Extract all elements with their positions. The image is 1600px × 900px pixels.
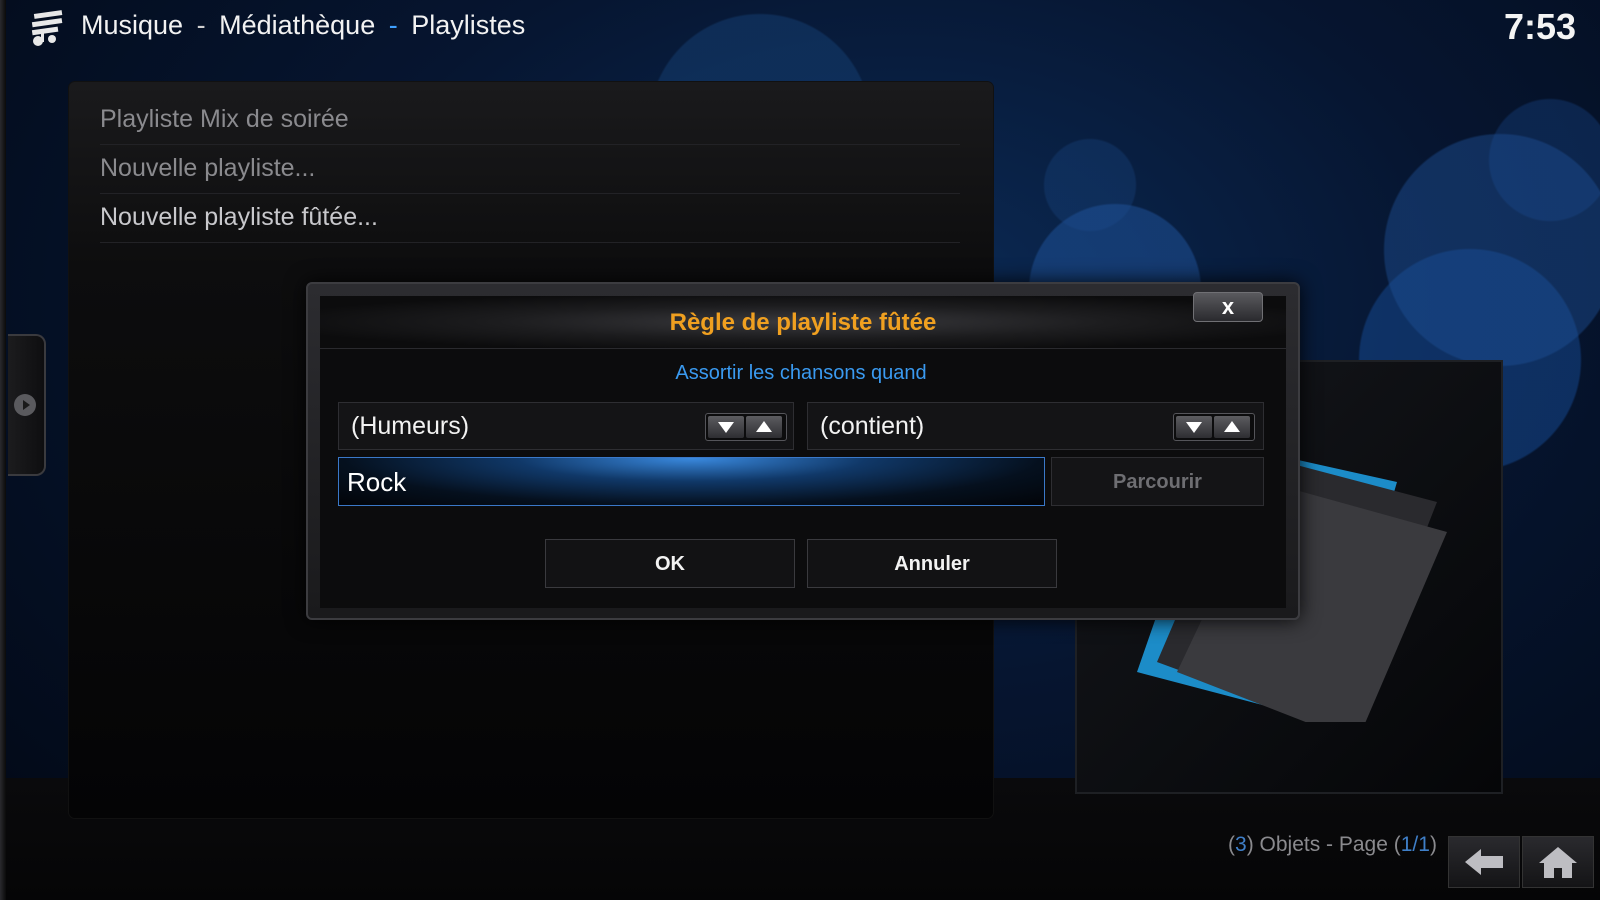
item-count: 3: [1235, 833, 1247, 856]
rule-value-input[interactable]: Rock: [338, 457, 1045, 506]
play-circle-icon: [14, 394, 36, 416]
breadcrumb: Musique - Médiathèque - Playlistes: [81, 10, 525, 41]
list-item[interactable]: Playliste Mix de soirée: [100, 97, 960, 145]
counter-text: ) Objets - Page (: [1246, 833, 1401, 856]
counter-close-paren: ): [1429, 833, 1437, 856]
smart-playlist-rule-dialog: Règle de playliste fûtée: [306, 282, 1300, 620]
dialog-titlebar: Règle de playliste fûtée: [320, 296, 1286, 349]
list-item[interactable]: Nouvelle playliste fûtée...: [100, 195, 960, 243]
back-button[interactable]: [1448, 836, 1520, 888]
item-counter: (3) Objets - Page (1/1): [1228, 833, 1437, 857]
ok-button[interactable]: OK: [545, 539, 795, 588]
screen-edge: [0, 0, 6, 900]
field-spinner[interactable]: (Humeurs): [338, 402, 794, 450]
field-spinner-controls: [705, 413, 787, 441]
chevron-down-icon: [1186, 422, 1202, 433]
list-item[interactable]: Nouvelle playliste...: [100, 146, 960, 194]
close-icon: x: [1221, 294, 1235, 319]
field-up-button[interactable]: [746, 416, 782, 438]
operator-down-button[interactable]: [1176, 416, 1212, 438]
breadcrumb-section: Musique: [81, 10, 184, 40]
back-arrow-icon: [1465, 849, 1503, 875]
rule-value-text: Rock: [347, 467, 407, 497]
operator-value: (contient): [820, 412, 925, 440]
counter-open-paren: (: [1228, 833, 1235, 856]
dialog-title: Règle de playliste fûtée: [669, 309, 937, 336]
cancel-label: Annuler: [894, 553, 970, 575]
close-button[interactable]: x: [1193, 292, 1263, 322]
breadcrumb-separator: -: [196, 10, 206, 40]
operator-spinner[interactable]: (contient): [807, 402, 1264, 450]
chevron-up-icon: [756, 421, 772, 432]
field-down-button[interactable]: [708, 416, 744, 438]
chevron-up-icon: [1224, 421, 1240, 432]
header: Musique - Médiathèque - Playlistes 7:53: [0, 0, 1600, 56]
side-menu-tab[interactable]: [8, 334, 46, 476]
browse-label: Parcourir: [1113, 471, 1202, 493]
music-library-icon: [28, 8, 68, 48]
ok-label: OK: [655, 553, 685, 575]
home-button[interactable]: [1522, 836, 1594, 888]
cancel-button[interactable]: Annuler: [807, 539, 1057, 588]
breadcrumb-separator: -: [388, 10, 398, 40]
clock: 7:53: [1503, 6, 1576, 47]
dialog-body: Règle de playliste fûtée: [320, 296, 1286, 608]
page-number: 1/1: [1400, 833, 1430, 856]
dialog-subtitle: Assortir les chansons quand: [675, 362, 927, 384]
breadcrumb-library: Médiathèque: [219, 10, 376, 40]
breadcrumb-page: Playlistes: [411, 10, 526, 40]
operator-up-button[interactable]: [1214, 416, 1250, 438]
chevron-down-icon: [718, 422, 734, 433]
operator-spinner-controls: [1173, 413, 1255, 441]
home-icon: [1539, 847, 1577, 878]
browse-button[interactable]: Parcourir: [1051, 457, 1264, 506]
field-value: (Humeurs): [351, 412, 470, 440]
